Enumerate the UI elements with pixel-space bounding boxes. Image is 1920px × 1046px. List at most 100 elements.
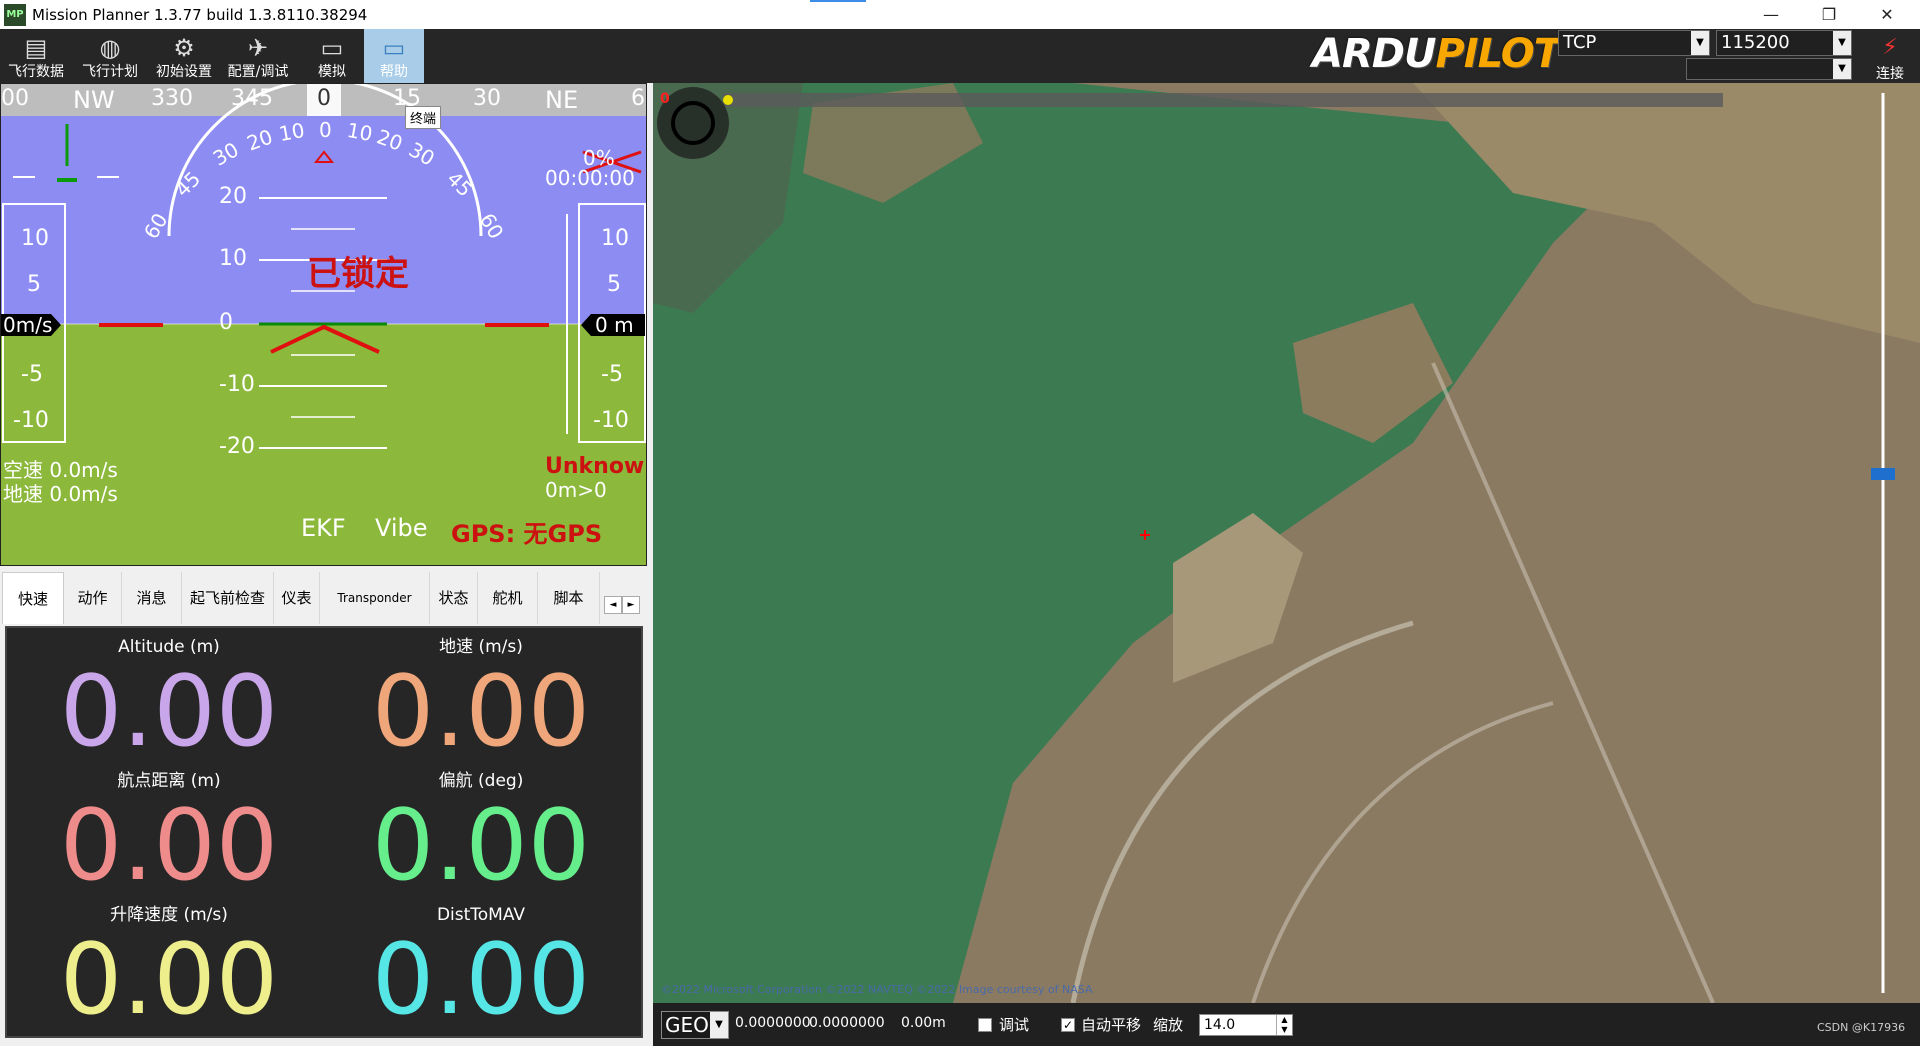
data-tabs: 快速 动作 消息 起飞前检查 仪表 Transponder 状态 舵机 脚本 ◄… bbox=[0, 570, 647, 626]
tab-gauges[interactable]: 仪表 bbox=[274, 572, 320, 624]
title-bar: MP Mission Planner 1.3.77 build 1.3.8110… bbox=[0, 0, 1920, 29]
config-tuning-label: 配置/调试 bbox=[227, 64, 289, 80]
flight-plan-label: 飞行计划 bbox=[82, 64, 138, 80]
tab-status[interactable]: 状态 bbox=[430, 572, 478, 624]
initial-setup-button[interactable]: ⚙ 初始设置 bbox=[148, 29, 220, 83]
quick-item-dist-to-mav[interactable]: DistToMAV 0.00 bbox=[323, 904, 639, 1034]
monitor-icon: ▤ bbox=[24, 34, 48, 62]
app-icon: MP bbox=[4, 3, 26, 26]
speed-tape-label: 10 bbox=[21, 226, 49, 251]
connection-type-select[interactable]: TCP ▼ bbox=[1558, 30, 1710, 56]
pitch-scale-label: -20 bbox=[219, 434, 255, 459]
chevron-down-icon: ▼ bbox=[1833, 31, 1851, 55]
tab-preflight[interactable]: 起飞前检查 bbox=[182, 572, 274, 624]
connect-button[interactable]: ⚡ 连接 bbox=[1860, 29, 1920, 83]
config-tuning-button[interactable]: ✈ 配置/调试 bbox=[222, 29, 294, 83]
wrench-icon: ✈ bbox=[247, 34, 269, 62]
flight-plan-button[interactable]: ◍ 飞行计划 bbox=[74, 29, 146, 83]
compass-label: 30 bbox=[473, 86, 501, 111]
alt-tape-label: 10 bbox=[601, 226, 629, 251]
gps-status[interactable]: GPS: 无GPS bbox=[451, 514, 602, 549]
compass-label: 345 bbox=[231, 86, 273, 111]
map-longitude: 0.0000000 bbox=[809, 1015, 885, 1031]
vibe-status[interactable]: Vibe bbox=[375, 514, 428, 542]
tab-servo[interactable]: 舵机 bbox=[478, 572, 538, 624]
map-scale-bar bbox=[723, 93, 1723, 107]
altitude-readout: 0 m bbox=[595, 313, 634, 337]
quick-item-value: 0.00 bbox=[371, 923, 591, 1037]
flight-data-label: 飞行数据 bbox=[8, 64, 64, 80]
tab-scroll-right-icon[interactable]: ► bbox=[622, 596, 640, 614]
compass-label: 330 bbox=[151, 86, 193, 111]
compass-label: NE bbox=[545, 86, 579, 114]
logo-text-ardu: ARDU bbox=[1312, 31, 1436, 77]
quick-item-yaw[interactable]: 偏航 (deg) 0.00 bbox=[323, 770, 639, 900]
alt-tape-label: 5 bbox=[607, 272, 621, 297]
initial-setup-label: 初始设置 bbox=[156, 64, 212, 80]
title-accent-line bbox=[810, 0, 866, 2]
quick-item-climb-rate[interactable]: 升降速度 (m/s) 0.00 bbox=[11, 904, 327, 1034]
simulation-button[interactable]: ▭ 模拟 bbox=[296, 29, 368, 83]
logo-text-pilot: PILOT bbox=[1435, 31, 1561, 77]
simulation-label: 模拟 bbox=[318, 64, 346, 80]
pitch-scale-label: 0 bbox=[219, 310, 233, 335]
quick-item-value: 0.00 bbox=[371, 789, 591, 903]
tab-scripts[interactable]: 脚本 bbox=[538, 572, 600, 624]
speed-tape-label: -5 bbox=[21, 362, 43, 387]
roll-scale-label: 10 bbox=[345, 117, 375, 147]
flight-mode-text: Unknown bbox=[545, 454, 646, 479]
stepper-arrows-icon[interactable]: ▲ ▼ bbox=[1276, 1015, 1292, 1035]
connect-label: 连接 bbox=[1876, 66, 1904, 82]
tab-transponder[interactable]: Transponder bbox=[320, 572, 430, 624]
compass-heading-value: 0 bbox=[317, 86, 331, 111]
map-copyright: ©2022 Microsoft Corporation ©2022 NAVTEQ… bbox=[661, 983, 1093, 996]
quick-item-value: 0.00 bbox=[59, 789, 279, 903]
speed-readout: 0m/s bbox=[3, 313, 53, 337]
debug-checkbox[interactable] bbox=[978, 1018, 992, 1032]
autopan-checkbox[interactable]: ✓ bbox=[1061, 1018, 1075, 1032]
hud-panel[interactable]: 00 NW 330 345 0 15 30 NE 6 终端 60 45 30 2… bbox=[0, 83, 647, 566]
port-select[interactable]: ▼ bbox=[1686, 58, 1852, 80]
watermark-text: CSDN @K17936 bbox=[1817, 1021, 1906, 1034]
alt-tape-label: -5 bbox=[601, 362, 623, 387]
compass-label: 00 bbox=[1, 86, 29, 111]
mission-planner-window: MP Mission Planner 1.3.77 build 1.3.8110… bbox=[0, 0, 1920, 1046]
quick-item-value: 0.00 bbox=[371, 655, 591, 769]
flight-data-button[interactable]: ▤ 飞行数据 bbox=[0, 29, 72, 83]
pitch-scale-label: 20 bbox=[219, 184, 247, 209]
map-latitude: 0.0000000 bbox=[735, 1015, 811, 1031]
flight-timer: 00:00:00 bbox=[545, 166, 635, 190]
zoom-label: 缩放 bbox=[1153, 1016, 1184, 1034]
tab-quick[interactable]: 快速 bbox=[2, 572, 64, 624]
help-icon: ▭ bbox=[382, 34, 406, 62]
coord-system-select[interactable]: GEO ▼ bbox=[661, 1011, 729, 1039]
baud-rate-select[interactable]: 115200 ▼ bbox=[1716, 30, 1852, 56]
quick-item-groundspeed[interactable]: 地速 (m/s) 0.00 bbox=[323, 636, 639, 766]
restore-button[interactable]: ❐ bbox=[1800, 0, 1858, 29]
tab-actions[interactable]: 动作 bbox=[64, 572, 122, 624]
quick-item-wp-distance[interactable]: 航点距离 (m) 0.00 bbox=[11, 770, 327, 900]
pitch-scale-label: 10 bbox=[219, 246, 247, 271]
ekf-status[interactable]: EKF bbox=[301, 514, 346, 542]
map-zoom-slider-thumb[interactable] bbox=[1871, 468, 1895, 480]
compass-label: NW bbox=[73, 86, 115, 114]
tab-scroll-left-icon[interactable]: ◄ bbox=[604, 596, 622, 614]
chevron-down-icon: ▼ bbox=[710, 1012, 728, 1038]
connection-type-value: TCP bbox=[1563, 32, 1597, 53]
help-button[interactable]: ▭ 帮助 bbox=[364, 29, 424, 83]
map-canvas[interactable] bbox=[653, 83, 1920, 1003]
chevron-down-icon: ▼ bbox=[1833, 59, 1851, 79]
close-button[interactable]: ✕ bbox=[1858, 0, 1916, 29]
speed-tape-label: 5 bbox=[27, 272, 41, 297]
speed-tape-label: -10 bbox=[13, 408, 49, 433]
heading-tooltip: 终端 bbox=[405, 106, 442, 129]
tab-messages[interactable]: 消息 bbox=[122, 572, 182, 624]
zoom-stepper[interactable]: 14.0 ▲ ▼ bbox=[1199, 1014, 1293, 1036]
zoom-value: 14.0 bbox=[1204, 1017, 1236, 1033]
map-scale-zero: 0 bbox=[660, 91, 670, 107]
baud-rate-value: 115200 bbox=[1721, 32, 1790, 53]
quick-item-altitude[interactable]: Altitude (m) 0.00 bbox=[11, 636, 327, 766]
globe-icon: ◍ bbox=[99, 34, 121, 62]
roll-scale-label: 0 bbox=[319, 118, 332, 142]
minimize-button[interactable]: — bbox=[1742, 0, 1800, 29]
